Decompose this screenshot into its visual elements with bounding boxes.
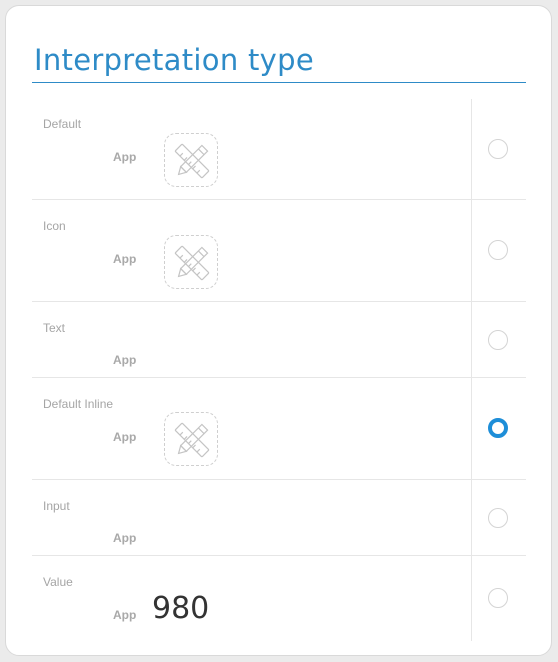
tools-icon xyxy=(164,235,218,289)
option-label: Value xyxy=(43,575,73,589)
row-divider xyxy=(471,200,472,301)
section-title: Interpretation type xyxy=(34,43,314,77)
radio-default[interactable] xyxy=(488,139,508,159)
option-row-default[interactable]: Default App xyxy=(32,99,526,200)
tools-icon xyxy=(164,412,218,466)
option-label: Default Inline xyxy=(43,397,114,411)
title-underline xyxy=(32,82,526,83)
radio-text[interactable] xyxy=(488,330,508,350)
tools-icon xyxy=(164,133,218,187)
option-row-default-inline[interactable]: Default Inline App xyxy=(32,378,526,480)
interpretation-type-card: Interpretation type Default App Icon App xyxy=(5,5,552,656)
app-label: App xyxy=(113,353,137,367)
row-divider xyxy=(471,556,472,641)
option-label: Input xyxy=(43,499,70,513)
option-row-icon[interactable]: Icon App xyxy=(32,200,526,302)
option-label: Icon xyxy=(43,219,66,233)
option-label: Text xyxy=(43,321,66,335)
option-list: Default App Icon App Text App Default In… xyxy=(32,99,526,641)
row-divider xyxy=(471,302,472,377)
app-label: App xyxy=(113,430,137,444)
radio-default-inline[interactable] xyxy=(488,418,508,438)
option-row-text[interactable]: Text App xyxy=(32,302,526,378)
radio-value[interactable] xyxy=(488,588,508,608)
app-label: App xyxy=(113,150,137,164)
value-display: 980 xyxy=(152,591,210,626)
row-divider xyxy=(471,480,472,555)
radio-input[interactable] xyxy=(488,508,508,528)
option-row-input[interactable]: Input App xyxy=(32,480,526,556)
row-divider xyxy=(471,378,472,479)
row-divider xyxy=(471,99,472,199)
app-label: App xyxy=(113,608,137,622)
option-row-value[interactable]: Value App 980 xyxy=(32,556,526,641)
app-label: App xyxy=(113,531,137,545)
radio-icon[interactable] xyxy=(488,240,508,260)
option-label: Default xyxy=(43,117,82,131)
app-label: App xyxy=(113,252,137,266)
